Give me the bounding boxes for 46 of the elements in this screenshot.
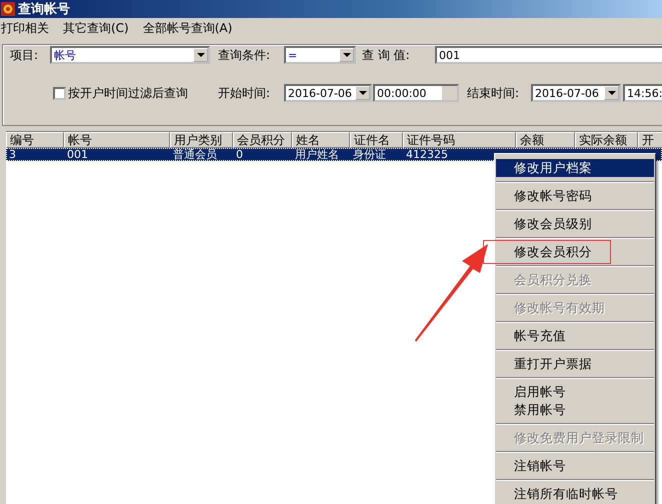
field-label: 结束时间:	[467, 85, 520, 102]
table-cell: 3	[9, 148, 16, 161]
app-icon	[1, 2, 15, 16]
table-cell: 普通会员	[173, 148, 217, 161]
column-header[interactable]: 证件号码	[403, 132, 516, 148]
menu-item[interactable]: 重打开户票据	[496, 355, 654, 373]
table-cell: 001	[67, 148, 88, 161]
menu-item[interactable]: 修改帐号密码	[496, 187, 654, 205]
column-header[interactable]: 证件名	[350, 132, 403, 148]
menu-item[interactable]: 注销帐号	[496, 457, 654, 475]
menu-item[interactable]: 修改会员级别	[496, 215, 654, 233]
time-field[interactable]: 14:56:	[623, 84, 662, 102]
table-cell: 身份证	[353, 148, 386, 161]
item-dropdown[interactable]: 帐号	[50, 46, 210, 64]
column-header[interactable]: 帐号	[64, 132, 170, 148]
menu-item[interactable]: 注销所有临时帐号	[496, 485, 654, 503]
menu-item[interactable]: 全部帐号查询(A)	[142, 20, 232, 36]
window-title: 查询帐号	[18, 1, 70, 18]
column-header[interactable]: 用户类别	[170, 132, 233, 148]
date-picker[interactable]: 2016-07-06	[531, 84, 621, 102]
menu-item[interactable]: 修改会员积分	[486, 243, 608, 261]
menu-item[interactable]: 打印相关	[1, 20, 49, 36]
menu-item[interactable]: 其它查询(C)	[63, 20, 129, 36]
condition-dropdown[interactable]: =	[284, 46, 356, 64]
column-header[interactable]: 实际余额	[575, 132, 638, 148]
date-picker[interactable]: 2016-07-06	[284, 84, 372, 102]
table-cell: 412325	[406, 148, 448, 161]
field-label: 查 询 值:	[362, 47, 410, 64]
filter-checkbox[interactable]	[53, 87, 66, 100]
column-header[interactable]: 开	[638, 132, 662, 148]
menu-item[interactable]: 帐号充值	[496, 327, 654, 345]
table-cell: 用户姓名	[295, 148, 339, 161]
column-header[interactable]: 编号	[6, 132, 64, 148]
field-label: 按开户时间过滤后查询	[68, 85, 188, 102]
column-header[interactable]: 姓名	[292, 132, 350, 148]
column-header[interactable]: 会员积分	[233, 132, 292, 148]
value-field[interactable]: 001	[435, 46, 662, 64]
field-label: 开始时间:	[218, 85, 270, 102]
menu-item[interactable]: 启用帐号	[496, 383, 654, 401]
menu-item[interactable]: 修改用户档案	[496, 159, 654, 177]
menu-item[interactable]: 禁用帐号	[496, 401, 654, 419]
field-label: 查询条件:	[218, 47, 270, 64]
field-label: 项目:	[10, 47, 38, 64]
table-cell: 0	[236, 148, 243, 161]
time-field[interactable]: 00:00:00	[373, 84, 459, 102]
column-header[interactable]: 余额	[516, 132, 575, 148]
